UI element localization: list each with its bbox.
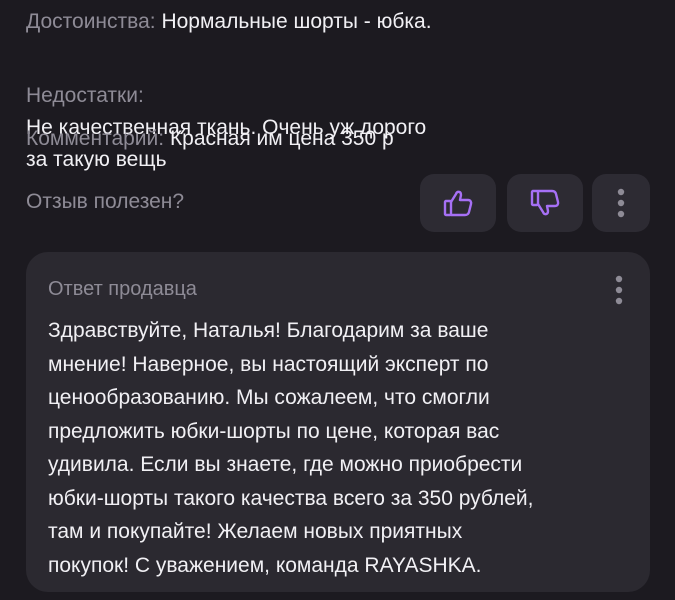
comment-value: Красная им цена 350 р <box>169 127 394 150</box>
seller-reply-title: Ответ продавца <box>48 278 197 300</box>
disadvantages-label: Недостатки: <box>26 84 144 107</box>
more-vertical-icon <box>614 274 624 306</box>
like-button[interactable] <box>420 174 496 232</box>
helpful-question: Отзыв полезен? <box>26 190 185 213</box>
review-disadvantages: Недостатки: Не качественная ткань. Очень… <box>26 48 651 176</box>
seller-reply-more-button[interactable] <box>604 270 634 310</box>
review-advantages: Достоинства: Нормальные шорты - юбка. <box>26 6 432 38</box>
review-more-button[interactable] <box>592 174 650 232</box>
review-comment: Комментарий: Красная им цена 350 р <box>26 123 394 155</box>
more-vertical-icon <box>616 187 626 219</box>
advantages-value: Нормальные шорты - юбка. <box>161 10 432 33</box>
helpful-row: Отзыв полезен? <box>26 174 650 232</box>
thumbs-up-icon <box>442 188 474 218</box>
comment-label: Комментарий: <box>26 127 165 150</box>
dislike-button[interactable] <box>507 174 583 232</box>
thumbs-down-icon <box>529 188 561 218</box>
seller-reply-card: Ответ продавца Здравствуйте, Наталья! Бл… <box>26 252 650 592</box>
advantages-label: Достоинства: <box>26 10 156 33</box>
seller-reply-text: Здравствуйте, Наталья! Благодарим за ваш… <box>48 319 534 577</box>
